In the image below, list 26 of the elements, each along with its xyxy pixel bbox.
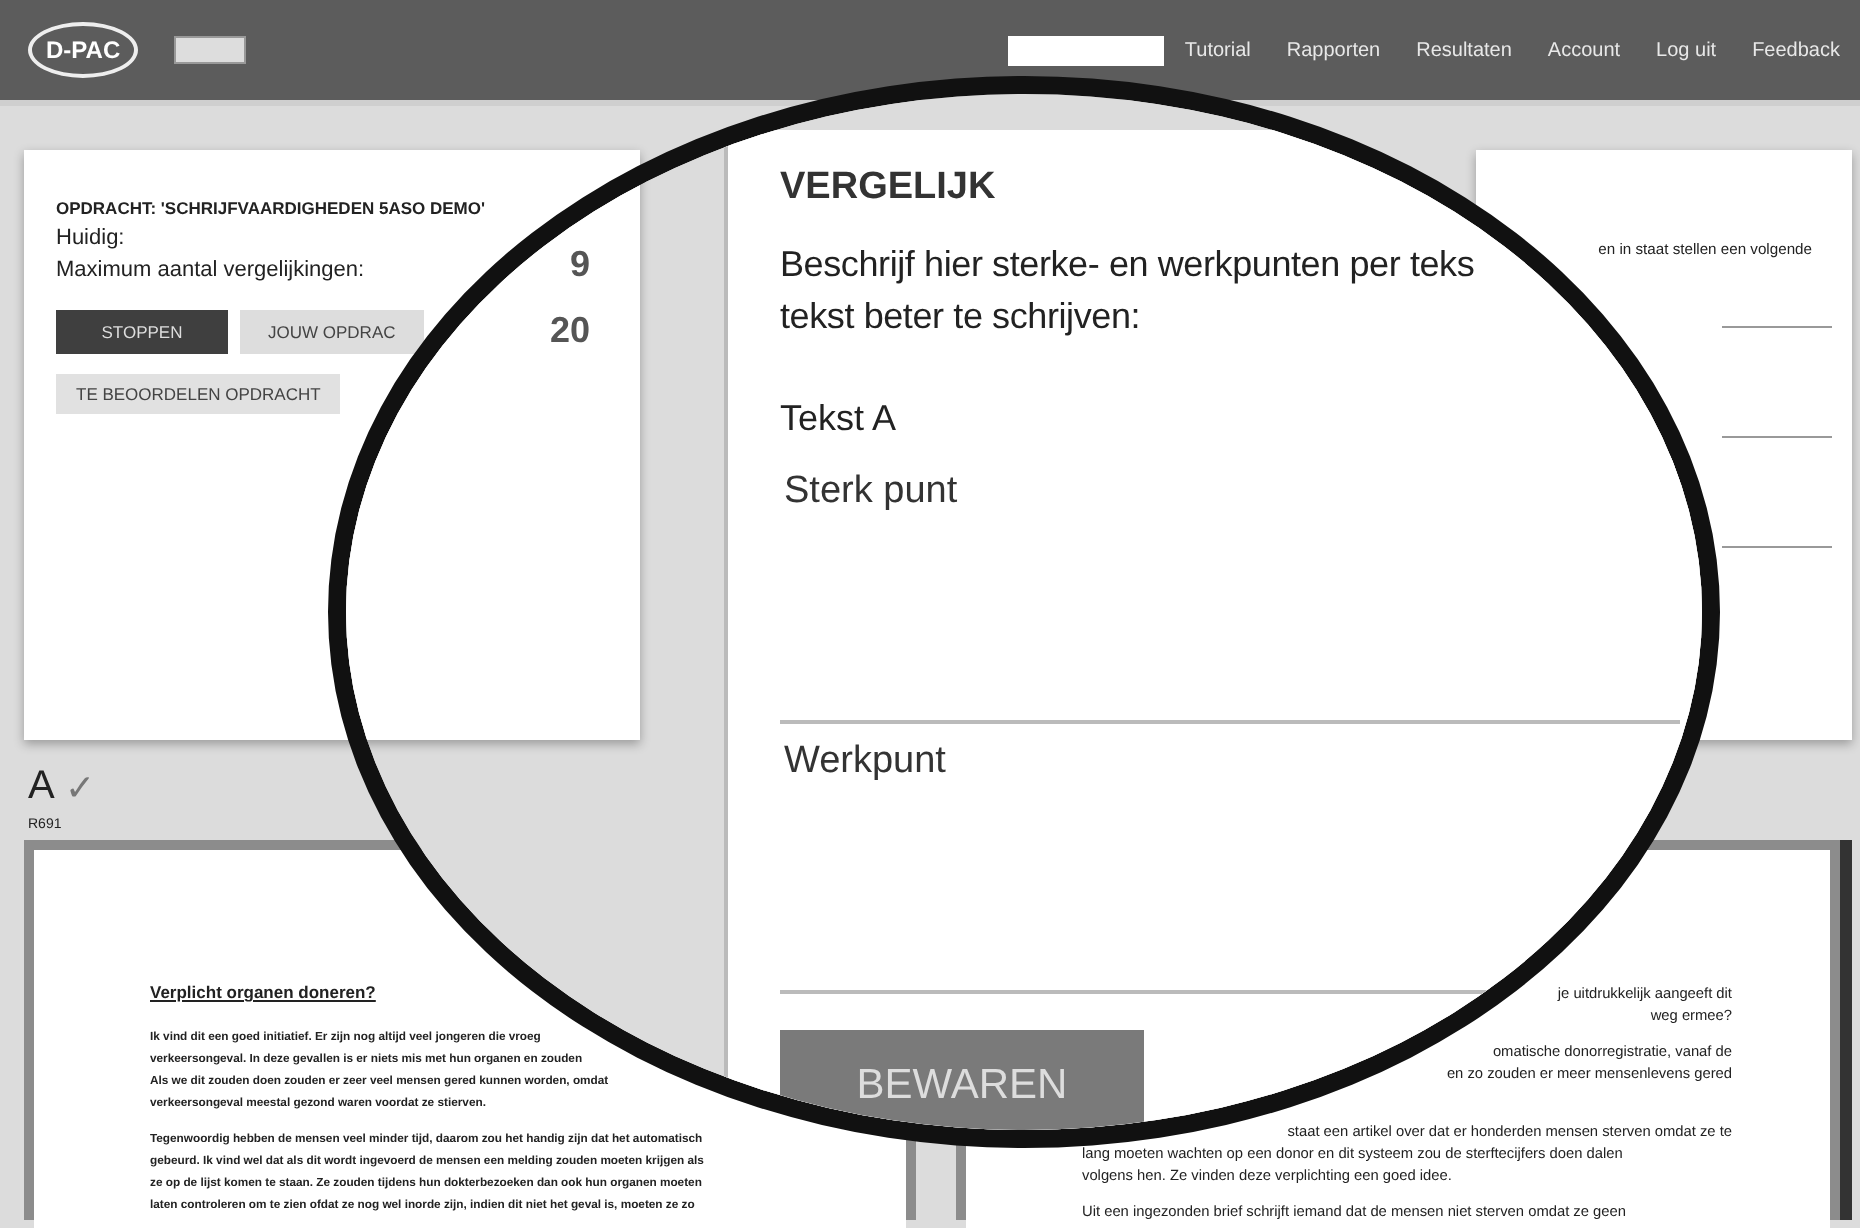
max-count: 20 xyxy=(549,308,590,352)
logo[interactable]: D-PAC xyxy=(28,22,139,78)
nav-link[interactable]: Resultaten xyxy=(1400,33,1528,67)
text-letter: A xyxy=(28,764,55,810)
document-title: Verplicht organen doneren? xyxy=(150,982,376,1002)
assignment-title: OPDRACHT: 'SCHRIJFVAARDIGHEDEN 5ASO DEMO' xyxy=(56,198,486,218)
save-button[interactable]: BEWAREN xyxy=(780,1030,1144,1130)
current-label: Huidig: xyxy=(56,226,125,250)
instruction-text: Beschrijf hier sterke- en werkpunten per teks xyxy=(780,242,1475,288)
current-count: 9 xyxy=(569,242,590,286)
review-button[interactable]: TE BEOORDELEN OPDRACHT xyxy=(56,374,341,414)
version-badge xyxy=(174,36,247,64)
nav-link[interactable]: Rapporten xyxy=(1270,33,1397,67)
text-label: Tekst A xyxy=(780,396,897,440)
nav-link[interactable]: Feedback xyxy=(1736,33,1856,67)
max-label: Maximum aantal vergelijkingen: xyxy=(56,258,365,282)
nav-link[interactable]: Tutorial xyxy=(1168,33,1267,67)
nav-link[interactable] xyxy=(1008,35,1165,65)
nav-link[interactable]: Log uit xyxy=(1640,33,1733,67)
action-button[interactable]: JOUW OPDRAC xyxy=(240,310,424,354)
input-field[interactable]: Sterk punt xyxy=(780,454,1680,724)
check-icon: ✓ xyxy=(64,765,95,809)
action-button[interactable]: STOPPEN xyxy=(56,310,228,354)
instruction-text: tekst beter te schrijven: xyxy=(780,294,1143,340)
nav-link[interactable]: Account xyxy=(1531,33,1637,67)
section-heading: VERGELIJK xyxy=(780,166,996,210)
